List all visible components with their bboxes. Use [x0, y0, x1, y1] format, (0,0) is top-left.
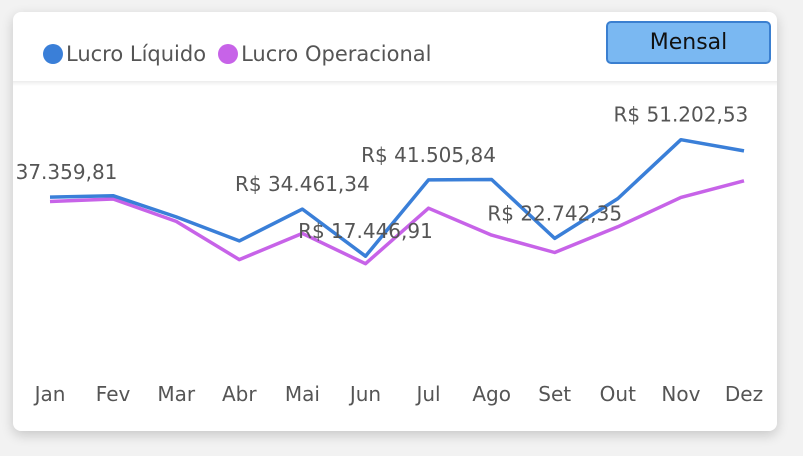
x-tick-label: Abr — [222, 382, 257, 406]
x-tick-label: Fev — [96, 382, 131, 406]
data-label: R$ 22.742,35 — [487, 201, 622, 225]
data-label: R$ 37.359,81 — [13, 160, 117, 184]
x-tick-label: Nov — [661, 382, 700, 406]
x-tick-label: Jul — [414, 382, 440, 406]
x-tick-label: Dez — [725, 382, 763, 406]
data-label: R$ 17.446,91 — [298, 219, 433, 243]
chart-card: Lucro Líquido Lucro Operacional Mensal R… — [13, 12, 777, 431]
x-tick-label: Ago — [472, 382, 511, 406]
x-tick-label: Set — [538, 382, 571, 406]
x-tick-label: Out — [600, 382, 636, 406]
x-tick-label: Mar — [157, 382, 196, 406]
x-tick-label: Mai — [285, 382, 320, 406]
line-chart: R$ 37.359,81 R$ 34.461,34 R$ 17.446,91 R$ 4… — [13, 103, 763, 406]
data-label: R$ 34.461,34 — [235, 172, 370, 196]
data-label: R$ 51.202,53 — [614, 103, 749, 127]
data-label: R$ 41.505,84 — [361, 143, 496, 167]
x-tick-label: Jan — [33, 382, 66, 406]
x-tick-label: Jun — [348, 382, 381, 406]
